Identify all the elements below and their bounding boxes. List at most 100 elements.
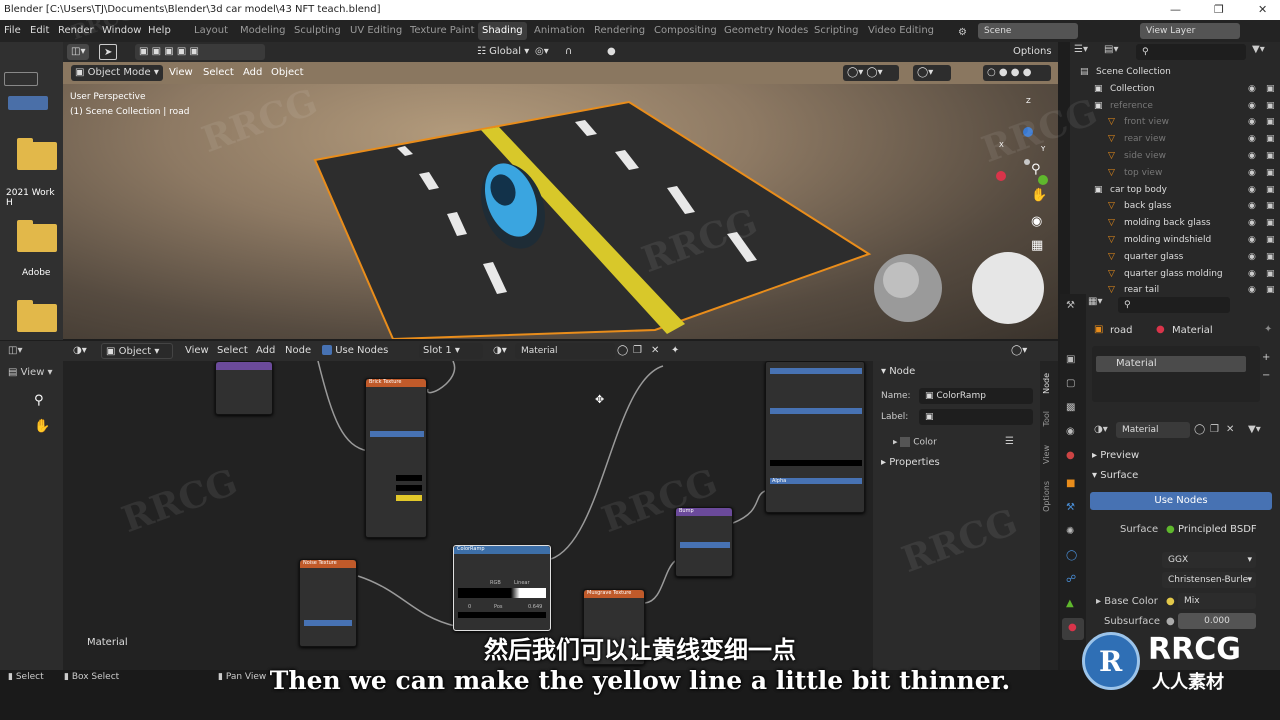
- colorramp-node[interactable]: ColorRamp RGB Linear 0 Pos 0.649: [453, 545, 551, 631]
- gizmo-z[interactable]: [1023, 127, 1033, 137]
- render-tab-icon[interactable]: ▣: [1066, 354, 1075, 365]
- overlay-icon[interactable]: ◯▾: [913, 65, 951, 81]
- node-material-field[interactable]: Material: [515, 343, 615, 359]
- visibility-eye-icon[interactable]: ◉: [1248, 182, 1256, 199]
- outliner-row[interactable]: ▽ quarter glass molding ◉ ▣: [1070, 266, 1280, 283]
- outliner-row[interactable]: ▣ reference ◉ ▣: [1070, 98, 1280, 115]
- outliner-row[interactable]: ▽ top view ◉ ▣: [1070, 165, 1280, 182]
- folder-icon[interactable]: [17, 220, 57, 252]
- mode-selector[interactable]: ▣ Object Mode ▾: [71, 65, 163, 81]
- scene-selector[interactable]: Scene: [978, 23, 1078, 39]
- color-ramp-gradient[interactable]: [458, 588, 546, 598]
- node-menu-select[interactable]: Select: [213, 343, 252, 359]
- tab-rendering[interactable]: Rendering: [590, 22, 649, 40]
- mapping-node[interactable]: [215, 361, 273, 415]
- 3d-viewport[interactable]: User Perspective (1) Scene Collection | …: [63, 84, 1058, 339]
- options-dropdown[interactable]: Options ▾: [1009, 44, 1058, 73]
- render-camera-icon[interactable]: ▣: [1266, 165, 1275, 182]
- outliner-row[interactable]: ▽ molding windshield ◉ ▣: [1070, 232, 1280, 249]
- remove-slot-icon[interactable]: −: [1262, 370, 1270, 381]
- render-camera-icon[interactable]: ▣: [1266, 232, 1275, 249]
- duplicate-icon[interactable]: ❐: [1210, 424, 1219, 435]
- zoom-icon[interactable]: ⚲: [34, 393, 44, 408]
- menu-window[interactable]: Window: [102, 20, 141, 42]
- use-nodes-button[interactable]: Use Nodes: [1090, 492, 1272, 510]
- offset-slider[interactable]: [370, 431, 424, 437]
- filter-icon[interactable]: ▼▾: [1252, 44, 1265, 55]
- outliner-row[interactable]: ▣ car top body ◉ ▣: [1070, 182, 1280, 199]
- tab-uv-editing[interactable]: UV Editing: [346, 22, 406, 40]
- render-camera-icon[interactable]: ▣: [1266, 98, 1275, 115]
- proportional-icon[interactable]: ●: [603, 44, 620, 60]
- ramp-color-swatch[interactable]: [458, 612, 546, 618]
- material-browse-icon[interactable]: ◑▾: [1094, 424, 1108, 435]
- outliner-row[interactable]: ▤ Scene Collection: [1070, 64, 1280, 81]
- strength-slider[interactable]: [680, 542, 730, 548]
- camera-icon[interactable]: ◉: [1031, 214, 1042, 229]
- visibility-eye-icon[interactable]: ◉: [1248, 114, 1256, 131]
- outliner-row[interactable]: ▽ rear view ◉ ▣: [1070, 131, 1280, 148]
- subsurface-method-dropdown[interactable]: Christensen-Burle ▾: [1162, 572, 1256, 588]
- menu-file[interactable]: File: [4, 20, 21, 42]
- material-slot-item[interactable]: Material: [1096, 356, 1246, 372]
- gizmo-x[interactable]: [996, 171, 1006, 181]
- road-plane[interactable]: [313, 100, 872, 339]
- pivot-icon[interactable]: ◎▾: [531, 44, 553, 60]
- maximize-icon[interactable]: ❐: [1214, 0, 1224, 20]
- outliner-row[interactable]: ▽ molding back glass ◉ ▣: [1070, 215, 1280, 232]
- node-label-field[interactable]: ▣: [919, 409, 1033, 425]
- sidebar-tab-tool[interactable]: Tool: [1042, 411, 1051, 427]
- close-window-icon[interactable]: ✕: [1258, 0, 1267, 20]
- visibility-eye-icon[interactable]: ◉: [1248, 165, 1256, 182]
- fake-user-icon[interactable]: ◯: [1194, 424, 1205, 435]
- unlink-icon[interactable]: ✕: [1226, 424, 1234, 435]
- render-camera-icon[interactable]: ▣: [1266, 114, 1275, 131]
- menu-help[interactable]: Help: [148, 20, 171, 42]
- distribution-dropdown[interactable]: GGX ▾: [1162, 552, 1256, 568]
- base-color-row[interactable]: ▸ Base Color: [1096, 596, 1158, 607]
- surface-shader-value[interactable]: Principled BSDF: [1178, 524, 1257, 535]
- tab-geometry-nodes[interactable]: Geometry Nodes: [720, 22, 812, 40]
- render-camera-icon[interactable]: ▣: [1266, 182, 1275, 199]
- bump-node[interactable]: Bump: [675, 507, 733, 577]
- base-color-value[interactable]: Mix: [1178, 593, 1256, 609]
- visibility-eye-icon[interactable]: ◉: [1248, 131, 1256, 148]
- ramp-mode-label[interactable]: RGB: [490, 580, 501, 586]
- menu-render[interactable]: Render: [58, 20, 94, 42]
- viewport-menu-add[interactable]: Add: [239, 65, 266, 81]
- visibility-eye-icon[interactable]: ◉: [1248, 81, 1256, 98]
- outliner-row[interactable]: ▣ Collection ◉ ▣: [1070, 81, 1280, 98]
- minimize-icon[interactable]: —: [1170, 0, 1181, 20]
- viewport-menu-object[interactable]: Object: [267, 65, 308, 81]
- node-sidebar-view[interactable]: ▤ View ▾: [8, 367, 53, 378]
- tab-sculpting[interactable]: Sculpting: [290, 22, 345, 40]
- duplicate-icon[interactable]: ❐: [629, 343, 646, 359]
- visibility-eye-icon[interactable]: ◉: [1248, 198, 1256, 215]
- properties-search-input[interactable]: ⚲: [1118, 297, 1230, 313]
- physics-tab-icon[interactable]: ◯: [1066, 550, 1077, 561]
- list-icon[interactable]: ☰: [1005, 436, 1014, 447]
- node-color-row[interactable]: ▸ Color: [893, 437, 937, 448]
- viewport-menu-view[interactable]: View: [165, 65, 197, 81]
- tab-texture-paint[interactable]: Texture Paint: [406, 22, 479, 40]
- editor-type-icon[interactable]: ◫▾: [67, 44, 90, 60]
- bsdf-slider[interactable]: [770, 408, 862, 414]
- visibility-gizmo-icons[interactable]: ◯▾ ◯▾: [843, 65, 899, 81]
- select-mode-buttons[interactable]: ▣ ▣ ▣ ▣ ▣: [135, 44, 265, 60]
- transform-tool-icon[interactable]: [4, 72, 38, 86]
- material-slot-list[interactable]: Material: [1092, 346, 1260, 402]
- constraints-tab-icon[interactable]: ☍: [1066, 574, 1076, 585]
- shader-type-dropdown[interactable]: ▣ Object ▾: [101, 343, 173, 359]
- render-camera-icon[interactable]: ▣: [1266, 266, 1275, 283]
- render-camera-icon[interactable]: ▣: [1266, 249, 1275, 266]
- render-camera-icon[interactable]: ▣: [1266, 215, 1275, 232]
- outliner-row[interactable]: ▽ back glass ◉ ▣: [1070, 198, 1280, 215]
- object-tab-icon[interactable]: ■: [1066, 478, 1075, 489]
- mortar-color-swatch[interactable]: [396, 495, 422, 501]
- world-tab-icon[interactable]: ●: [1066, 450, 1075, 461]
- particles-tab-icon[interactable]: ✺: [1066, 526, 1074, 537]
- node-menu-view[interactable]: View: [181, 343, 213, 359]
- tab-animation[interactable]: Animation: [530, 22, 589, 40]
- zoom-icon[interactable]: ⚲: [1031, 162, 1041, 177]
- emission-swatch[interactable]: [770, 460, 862, 466]
